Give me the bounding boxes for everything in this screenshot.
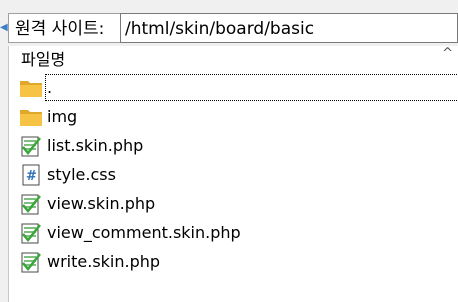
column-header-label: 파일명 bbox=[21, 50, 66, 69]
panel-edge: ◀ bbox=[0, 0, 8, 302]
file-name: view_comment.skin.php bbox=[47, 223, 241, 242]
remote-file-list[interactable]: 파일명 ^ . img list.skin.php # style.css vi… bbox=[8, 46, 458, 302]
list-item[interactable]: view.skin.php bbox=[9, 189, 458, 218]
folder-icon bbox=[20, 80, 42, 97]
file-name: img bbox=[47, 107, 78, 126]
remote-site-bar: 원격 사이트: /html/skin/board/basic bbox=[8, 8, 458, 48]
file-name: list.skin.php bbox=[47, 136, 144, 155]
list-item[interactable]: write.skin.php bbox=[9, 247, 458, 276]
file-name: view.skin.php bbox=[47, 194, 156, 213]
php-file-icon bbox=[21, 194, 41, 214]
list-item[interactable]: # style.css bbox=[9, 160, 458, 189]
css-file-icon: # bbox=[22, 164, 40, 185]
file-name: write.skin.php bbox=[47, 252, 161, 271]
php-file-icon bbox=[21, 223, 41, 243]
column-header-filename[interactable]: 파일명 ^ bbox=[9, 46, 458, 73]
list-item[interactable]: view_comment.skin.php bbox=[9, 218, 458, 247]
folder-icon bbox=[20, 109, 42, 126]
splitter-arrow-icon[interactable]: ◀ bbox=[0, 22, 8, 33]
remote-path-input[interactable]: /html/skin/board/basic bbox=[120, 13, 458, 43]
sort-ascending-icon: ^ bbox=[442, 46, 453, 61]
file-name: style.css bbox=[47, 165, 116, 184]
remote-site-label: 원격 사이트: bbox=[8, 13, 120, 43]
php-file-icon bbox=[21, 136, 41, 156]
list-item[interactable]: . bbox=[9, 73, 458, 102]
svg-text:#: # bbox=[26, 169, 37, 184]
focus-outline bbox=[45, 74, 458, 101]
php-file-icon bbox=[21, 252, 41, 272]
list-item[interactable]: list.skin.php bbox=[9, 131, 458, 160]
list-item[interactable]: img bbox=[9, 102, 458, 131]
filezilla-remote-panel: ◀ 원격 사이트: /html/skin/board/basic 파일명 ^ .… bbox=[0, 0, 458, 302]
